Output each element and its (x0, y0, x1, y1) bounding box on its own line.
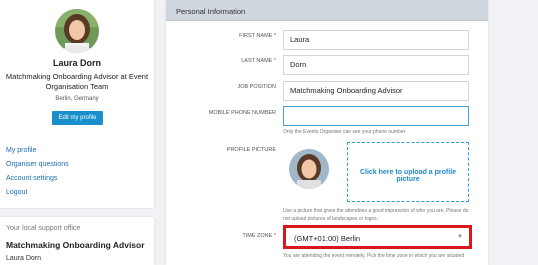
nav-logout[interactable]: Logout (6, 189, 27, 196)
time-zone-label: TIME ZONE * (166, 233, 276, 239)
panel-header: Personal Information (166, 0, 488, 21)
support-person-name: Laura Dorn (6, 255, 42, 262)
nav-account-settings[interactable]: Account settings (6, 175, 57, 182)
upload-profile-picture-dropzone[interactable]: Click here to upload a profile picture (347, 142, 469, 202)
first-name-field[interactable]: Laura (283, 30, 469, 50)
mobile-phone-help: Only the Events Organiser can see your p… (283, 129, 406, 135)
required-mark: * (273, 33, 276, 39)
time-zone-label-text: TIME ZONE (242, 233, 273, 239)
last-name-label-text: LAST NAME (241, 58, 273, 64)
time-zone-help: You are attending the event remotely. Pi… (283, 253, 465, 259)
edit-profile-button[interactable]: Edit my profile (52, 111, 103, 125)
profile-picture-label: PROFILE PICTURE (226, 147, 276, 153)
profile-card: Laura Dorn Matchmaking Onboarding Adviso… (0, 0, 154, 208)
nav-my-profile[interactable]: My profile (6, 147, 36, 154)
mobile-phone-label: MOBILE PHONE NUMBER (208, 110, 276, 116)
first-name-label-text: FIRST NAME (239, 33, 273, 39)
nav-organiser-questions[interactable]: Organiser questions (6, 161, 69, 168)
last-name-field[interactable]: Dorn (283, 55, 469, 75)
profile-picture-preview (289, 149, 329, 189)
support-card: Your local support office Matchmaking On… (0, 217, 154, 265)
section-title: Personal Information (176, 7, 246, 16)
first-name-label: FIRST NAME * (166, 33, 276, 39)
avatar (55, 9, 99, 53)
time-zone-select[interactable]: (GMT+01:00) Berlin ▼ (283, 225, 472, 249)
job-position-field[interactable]: Matchmaking Onboarding Advisor (283, 81, 469, 101)
user-name: Laura Dorn (52, 58, 101, 68)
job-position-label: JOB POSITION (237, 84, 276, 90)
support-advisor-title: Matchmaking Onboarding Advisor (6, 240, 145, 250)
last-name-label: LAST NAME * (166, 58, 276, 64)
required-mark: * (273, 233, 276, 239)
support-title: Your local support office (6, 225, 81, 232)
time-zone-value: (GMT+01:00) Berlin (294, 234, 361, 243)
upload-prompt: Click here to upload a profile picture (359, 169, 457, 183)
page-scrollbar[interactable] (525, 0, 538, 265)
user-location: Berlin, Germany (55, 96, 99, 102)
chevron-down-icon: ▼ (457, 234, 463, 240)
personal-information-panel: Personal Information FIRST NAME * Laura … (166, 0, 488, 265)
mobile-phone-field[interactable] (283, 106, 469, 126)
user-role: Matchmaking Onboarding Advisor at Event … (5, 72, 149, 91)
required-mark: * (273, 58, 276, 64)
profile-picture-help: Use a picture that gives the attendees a… (283, 208, 469, 222)
